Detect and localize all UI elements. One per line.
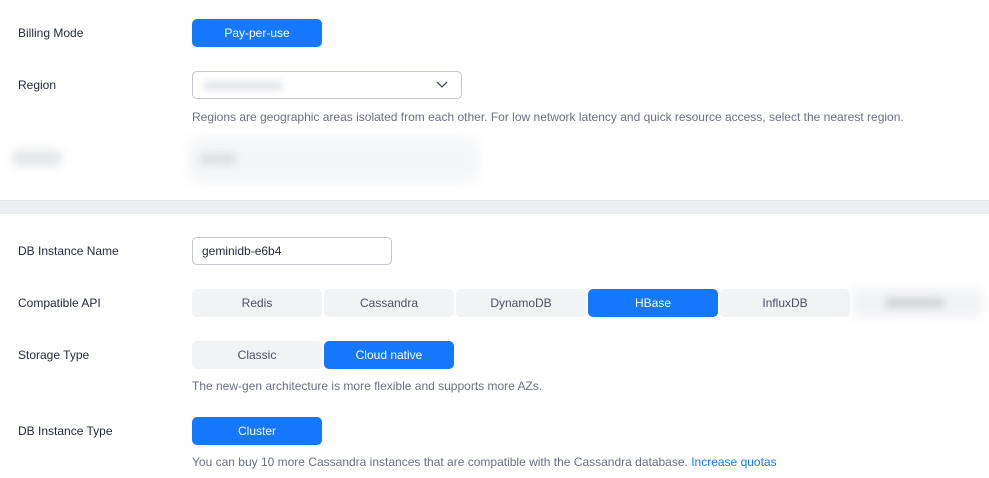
api-option-redis[interactable]: Redis <box>192 289 322 317</box>
region-value <box>203 81 283 91</box>
api-option-dynamodb[interactable]: DynamoDB <box>456 289 586 317</box>
instance-type-label: DB Instance Type <box>18 424 113 438</box>
pay-per-use-button[interactable]: Pay-per-use <box>192 19 322 47</box>
region-label: Region <box>18 78 57 92</box>
api-option-hbase[interactable]: HBase <box>588 289 718 317</box>
redacted-label <box>12 150 62 166</box>
cluster-button[interactable]: Cluster <box>192 417 322 445</box>
storage-type-label: Storage Type <box>18 348 90 362</box>
quota-hint-text: You can buy 10 more Cassandra instances … <box>192 455 688 469</box>
instance-name-label: DB Instance Name <box>18 244 119 258</box>
compatible-api-label: Compatible API <box>18 296 101 310</box>
chevron-down-icon <box>436 81 448 88</box>
api-option-influxdb[interactable]: InfluxDB <box>720 289 850 317</box>
api-option-redacted-label <box>885 298 945 308</box>
api-option-cassandra[interactable]: Cassandra <box>324 289 454 317</box>
storage-type-hint: The new-gen architecture is more flexibl… <box>192 379 543 393</box>
increase-quotas-link[interactable]: Increase quotas <box>691 455 776 469</box>
redacted-field-value <box>200 153 236 165</box>
billing-mode-label: Billing Mode <box>18 26 84 40</box>
section-divider <box>0 200 989 214</box>
region-select[interactable] <box>192 71 462 99</box>
region-hint: Regions are geographic areas isolated fr… <box>192 110 904 124</box>
instance-name-input[interactable] <box>192 237 392 265</box>
instance-type-hint: You can buy 10 more Cassandra instances … <box>192 455 777 469</box>
storage-option-cloud-native[interactable]: Cloud native <box>324 341 454 369</box>
storage-option-classic[interactable]: Classic <box>192 341 322 369</box>
